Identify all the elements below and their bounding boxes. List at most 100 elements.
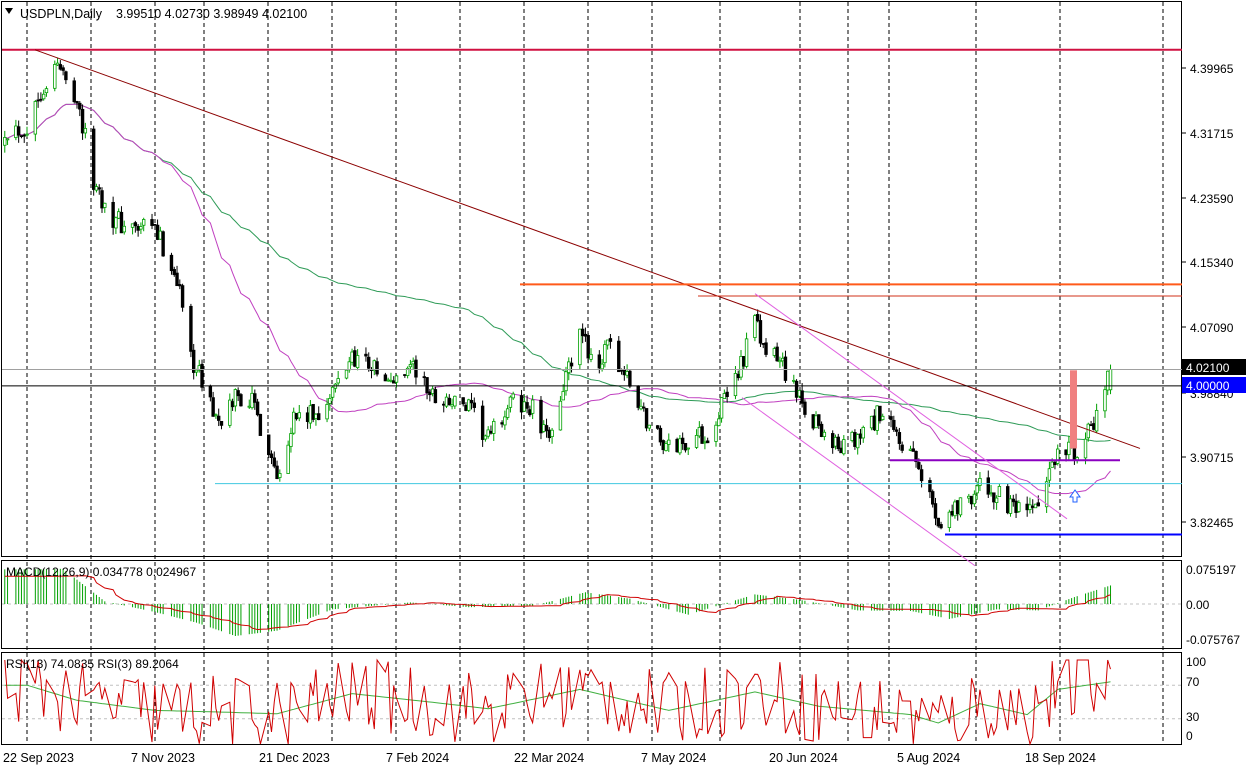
candle-body xyxy=(628,370,632,387)
candle-body xyxy=(775,346,779,362)
moving-average-green xyxy=(4,103,1111,442)
time-tick-label: 7 May 2024 xyxy=(641,751,706,765)
candle-body xyxy=(153,224,157,226)
candle-body xyxy=(1108,369,1113,391)
candle-body xyxy=(175,272,179,287)
candle-body xyxy=(622,369,627,376)
candle-body xyxy=(561,391,565,401)
candle-body xyxy=(428,391,432,396)
candle-body xyxy=(608,338,613,342)
candle-body xyxy=(700,426,704,444)
candle-body xyxy=(1031,505,1035,508)
candle-body xyxy=(41,93,46,100)
candle-body xyxy=(64,71,68,81)
candle-body xyxy=(72,80,76,103)
candle-body xyxy=(44,88,49,94)
candle-body xyxy=(1014,500,1018,513)
candle-body xyxy=(539,399,543,434)
candle-body xyxy=(472,402,476,408)
candle-body xyxy=(414,359,418,378)
candle-body xyxy=(772,348,777,356)
candle-body xyxy=(200,363,204,388)
candle-body xyxy=(278,473,282,478)
candle-body xyxy=(1033,503,1038,509)
candle-body xyxy=(1094,409,1099,432)
candle-body xyxy=(694,434,699,448)
price-tick-label: 3.82465 xyxy=(1190,516,1234,530)
chart-header[interactable]: USDPLN,Daily 3.99510 4.02730 3.98949 4.0… xyxy=(5,7,307,21)
candle-body xyxy=(911,448,915,452)
candle-body xyxy=(219,420,224,426)
candle-body xyxy=(289,433,293,447)
candle-body xyxy=(116,211,121,219)
price-tick-label: 4.15340 xyxy=(1190,256,1234,270)
candle-body xyxy=(111,201,115,228)
candle-body xyxy=(233,389,238,407)
candle-body xyxy=(100,190,104,209)
candle-body xyxy=(947,511,952,528)
candle-body xyxy=(1083,438,1088,459)
candle-body xyxy=(94,186,99,191)
candle-body xyxy=(375,361,379,375)
candle-body xyxy=(953,501,957,517)
candle-body xyxy=(705,440,710,444)
candle-body xyxy=(1050,461,1054,468)
candle-body xyxy=(739,355,743,378)
candle-body xyxy=(61,67,65,71)
ohlc-readout: 3.99510 4.02730 3.98949 4.02100 xyxy=(116,7,307,21)
candle-body xyxy=(625,371,629,376)
macd-signal-line xyxy=(4,575,1111,631)
svg-text:0: 0 xyxy=(1186,729,1193,743)
candle-body xyxy=(408,364,413,368)
candle-body xyxy=(550,429,554,438)
candle-body xyxy=(1025,503,1029,511)
candle-body xyxy=(850,431,854,441)
candle-body xyxy=(3,137,7,146)
candle-body xyxy=(658,427,663,443)
candle-body xyxy=(683,443,688,451)
candle-body xyxy=(989,492,993,495)
candle-body xyxy=(328,398,332,404)
candle-body xyxy=(878,405,882,422)
candle-body xyxy=(228,399,232,426)
price-tick-label: 3.90715 xyxy=(1190,451,1234,465)
candle-body xyxy=(39,98,43,101)
candle-body xyxy=(580,328,585,337)
candle-body xyxy=(719,397,724,419)
time-tick-label: 7 Nov 2023 xyxy=(131,751,195,765)
candle-body xyxy=(869,415,874,429)
candle-body xyxy=(492,420,496,434)
candle-body xyxy=(939,524,943,529)
candle-body xyxy=(180,285,185,308)
candle-body xyxy=(1011,498,1015,503)
candle-body xyxy=(758,320,763,344)
candle-body xyxy=(617,340,621,373)
candle-body xyxy=(1053,461,1057,466)
candle-body xyxy=(55,62,60,66)
candle-body xyxy=(597,354,602,369)
candle-body xyxy=(1006,486,1010,514)
candle-body xyxy=(392,380,396,384)
candle-body xyxy=(792,379,796,382)
candle-body xyxy=(861,426,865,439)
candle-body xyxy=(314,413,318,420)
candle-body xyxy=(103,202,107,208)
candle-body xyxy=(736,373,740,379)
candle-body xyxy=(583,333,588,337)
candle-body xyxy=(178,284,182,287)
candle-body xyxy=(889,416,893,420)
candle-body xyxy=(928,480,932,493)
candle-body xyxy=(130,223,135,228)
candle-body xyxy=(714,424,718,442)
candle-body xyxy=(508,396,513,408)
vertical-grid xyxy=(26,2,1164,744)
candle-body xyxy=(764,342,768,355)
candle-body xyxy=(680,437,685,444)
candle-body xyxy=(839,447,843,454)
candle-body xyxy=(558,400,563,431)
dropdown-triangle-icon[interactable] xyxy=(5,8,13,14)
candle-body xyxy=(447,397,451,406)
candle-body xyxy=(717,418,721,427)
candle-body xyxy=(139,226,143,230)
rsi3-line xyxy=(4,658,1111,746)
